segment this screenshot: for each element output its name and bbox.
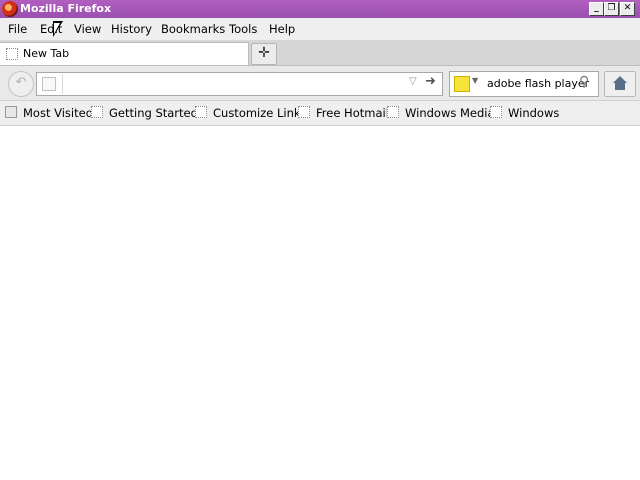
menu-help[interactable]: Help — [269, 22, 295, 36]
engine-dropdown-icon[interactable]: ▼ — [472, 76, 478, 85]
url-bar[interactable]: ▽ ➜ — [36, 72, 443, 96]
bookmark-free-hotmail[interactable]: Free Hotmail — [298, 106, 389, 122]
page-icon — [195, 106, 207, 118]
page-icon — [490, 106, 502, 118]
go-arrow-icon[interactable]: ➜ — [425, 74, 436, 89]
home-button[interactable] — [604, 71, 636, 97]
url-divider — [62, 74, 63, 94]
page-icon — [387, 106, 399, 118]
page-icon — [6, 48, 18, 60]
title-bar: Mozilla Firefox _ ❐ ✕ — [0, 0, 640, 18]
menu-file[interactable]: File — [8, 22, 27, 36]
close-button[interactable]: ✕ — [620, 2, 635, 16]
bookmark-windows-media[interactable]: Windows Media — [387, 106, 495, 122]
menu-tools[interactable]: Tools — [229, 22, 257, 36]
page-content[interactable] — [0, 126, 640, 480]
restore-button[interactable]: ❐ — [604, 2, 619, 16]
bookmark-label: Free Hotmail — [316, 106, 389, 120]
search-engine-icon[interactable] — [454, 76, 470, 92]
bookmark-getting-started[interactable]: Getting Started — [91, 106, 198, 122]
tab-new-tab[interactable]: New Tab — [0, 42, 249, 65]
home-icon-base — [615, 83, 625, 90]
back-button[interactable]: ↶ — [8, 71, 34, 97]
bookmarks-toolbar: Most Visited Getting Started Customize L… — [0, 101, 640, 126]
most-visited-icon — [5, 106, 17, 118]
menu-bar: File Edit View History Bookmarks Tools H… — [0, 18, 640, 41]
window-title: Mozilla Firefox — [20, 2, 112, 15]
mouse-cursor-fill — [54, 23, 60, 34]
bookmark-label: Windows Media — [405, 106, 495, 120]
home-icon — [613, 76, 627, 83]
page-icon — [298, 106, 310, 118]
plus-icon: ✛ — [258, 45, 270, 61]
tab-bar: New Tab ✛ — [0, 41, 640, 66]
bookmark-most-visited[interactable]: Most Visited — [5, 106, 93, 122]
url-input[interactable] — [67, 75, 401, 93]
url-dropdown-icon[interactable]: ▽ — [409, 76, 417, 87]
tab-label: New Tab — [23, 47, 70, 60]
menu-bookmarks[interactable]: Bookmarks — [161, 22, 225, 36]
bookmark-windows[interactable]: Windows — [490, 106, 559, 122]
new-tab-button[interactable]: ✛ — [251, 43, 277, 65]
bookmark-label: Windows — [508, 106, 560, 120]
page-icon — [91, 106, 103, 118]
bookmark-label: Getting Started — [109, 106, 198, 120]
firefox-icon[interactable] — [2, 1, 18, 17]
menu-history[interactable]: History — [111, 22, 152, 36]
back-arrow-icon: ↶ — [15, 75, 27, 90]
search-input[interactable]: adobe flash player — [487, 77, 589, 90]
bookmark-customize-links[interactable]: Customize Links — [195, 106, 307, 122]
menu-view[interactable]: View — [74, 22, 101, 36]
navigation-toolbar: ↶ ▽ ➜ ▼ adobe flash player ⚲ — [0, 66, 640, 101]
search-bar[interactable]: ▼ adobe flash player ⚲ — [449, 71, 599, 97]
minimize-button[interactable]: _ — [589, 2, 604, 16]
bookmark-label: Customize Links — [213, 106, 307, 120]
search-icon[interactable]: ⚲ — [579, 74, 589, 90]
bookmark-label: Most Visited — [23, 106, 93, 120]
site-identity-icon[interactable] — [42, 77, 56, 91]
